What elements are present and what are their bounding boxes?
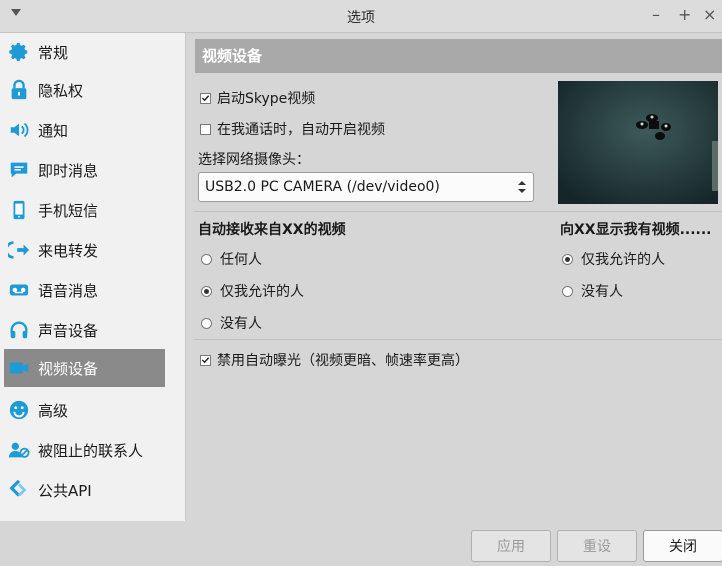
sidebar-item-video-devices[interactable]: 视频设备 (4, 349, 165, 387)
close-icon[interactable]: × (703, 6, 716, 24)
receive-option-allowed[interactable]: 仅我允许的人 (201, 281, 304, 301)
sidebar-item-call-forwarding[interactable]: 来电转发 (4, 231, 165, 269)
auto-start-checkbox[interactable] (200, 123, 211, 135)
sidebar-item-notifications[interactable]: 通知 (4, 111, 165, 149)
speaker-icon (8, 119, 30, 141)
gear-icon (8, 41, 30, 63)
receive-radio-nobody[interactable] (201, 317, 212, 329)
apply-button[interactable]: 应用 (471, 530, 551, 562)
camera-select-value: USB2.0 PC CAMERA (/dev/video0) (205, 179, 440, 195)
auto-start-row[interactable]: 在我通话时，自动开启视频 (200, 119, 385, 139)
receive-option-label: 仅我允许的人 (220, 284, 304, 300)
sidebar-item-label: 即时消息 (38, 161, 99, 180)
show-option-nobody[interactable]: 没有人 (562, 281, 623, 301)
sidebar-item-label: 通知 (38, 121, 69, 140)
enable-video-checkbox[interactable] (200, 92, 211, 104)
sidebar-item-label: 常规 (38, 43, 69, 62)
sidebar-item-general[interactable]: 常规 (4, 33, 165, 71)
sidebar-item-advanced[interactable]: 高级 (4, 391, 165, 429)
sidebar-item-label: 高级 (38, 401, 69, 420)
select-arrows-icon (518, 181, 526, 193)
auto-start-label: 在我通话时，自动开启视频 (217, 122, 385, 138)
close-button[interactable]: 关闭 (643, 530, 722, 562)
receive-video-title: 自动接收来自XX的视频 (198, 222, 346, 238)
divider (194, 339, 722, 340)
phone-icon (8, 199, 30, 221)
receive-option-nobody[interactable]: 没有人 (201, 313, 262, 333)
receive-option-anyone[interactable]: 任何人 (201, 249, 262, 269)
sidebar-item-label: 视频设备 (38, 359, 99, 378)
disable-exposure-label: 禁用自动曝光（视频更暗、帧速率更高） (217, 353, 469, 369)
receive-option-label: 任何人 (220, 252, 262, 268)
minimize-icon[interactable]: – (652, 6, 660, 24)
receive-radio-anyone[interactable] (201, 253, 212, 265)
sidebar-item-label: 语音消息 (38, 281, 99, 300)
sidebar-item-privacy[interactable]: 隐私权 (4, 71, 165, 109)
sidebar-item-label: 来电转发 (38, 241, 99, 260)
sidebar: 常规 隐私权 通知 即时消息 手机短信 来电转发 语音消息 声音设备 视频设备 … (0, 33, 186, 521)
camera-preview (558, 81, 718, 204)
blocked-contact-icon (8, 439, 30, 461)
disable-exposure-row[interactable]: 禁用自动曝光（视频更暗、帧速率更高） (200, 350, 469, 370)
lock-icon (8, 79, 30, 101)
camera-label: 选择网络摄像头： (198, 152, 310, 168)
show-option-label: 仅我允许的人 (581, 252, 665, 268)
enable-video-row[interactable]: 启动Skype视频 (200, 88, 315, 108)
title-bar: 选项 – + × (0, 0, 722, 33)
footer: 应用 重设 关闭 (0, 521, 722, 566)
sidebar-item-label: 手机短信 (38, 201, 99, 220)
show-option-label: 没有人 (581, 284, 623, 300)
sidebar-item-blocked-contacts[interactable]: 被阻止的联系人 (4, 431, 165, 469)
sidebar-item-public-api[interactable]: 公共API (4, 471, 165, 509)
voicemail-icon (8, 279, 30, 301)
camera-preview-image (558, 81, 718, 204)
smiley-icon (8, 399, 30, 421)
sidebar-item-label: 公共API (38, 481, 92, 500)
show-radio-allowed[interactable] (562, 253, 573, 265)
sidebar-item-label: 声音设备 (38, 321, 99, 340)
show-radio-nobody[interactable] (562, 285, 573, 297)
call-forward-icon (8, 239, 30, 261)
receive-radio-allowed[interactable] (201, 285, 212, 297)
reset-button[interactable]: 重设 (557, 530, 637, 562)
sidebar-item-sms[interactable]: 手机短信 (4, 191, 165, 229)
video-camera-icon (8, 357, 30, 379)
api-icon (8, 479, 30, 501)
section-header: 视频设备 (195, 39, 722, 73)
window-title: 选项 (347, 10, 375, 26)
show-video-title: 向XX显示我有视频...... (560, 222, 712, 238)
enable-video-label: 启动Skype视频 (217, 91, 316, 107)
video-settings-panel: 视频设备 启动Skype视频 在我通话时，自动开启视频 选择网络摄像头： USB… (186, 33, 722, 521)
chat-icon (8, 159, 30, 181)
show-option-allowed[interactable]: 仅我允许的人 (562, 249, 665, 269)
camera-select[interactable]: USB2.0 PC CAMERA (/dev/video0) (198, 172, 534, 202)
sidebar-item-label: 隐私权 (38, 81, 84, 100)
sidebar-item-im[interactable]: 即时消息 (4, 151, 165, 189)
divider (194, 211, 722, 212)
maximize-icon[interactable]: + (678, 6, 691, 24)
sidebar-item-voicemail[interactable]: 语音消息 (4, 271, 165, 309)
sidebar-item-label: 被阻止的联系人 (38, 441, 144, 460)
receive-option-label: 没有人 (220, 316, 262, 332)
sidebar-item-audio-devices[interactable]: 声音设备 (4, 311, 165, 349)
headset-icon (8, 319, 30, 341)
disable-exposure-checkbox[interactable] (200, 354, 211, 366)
